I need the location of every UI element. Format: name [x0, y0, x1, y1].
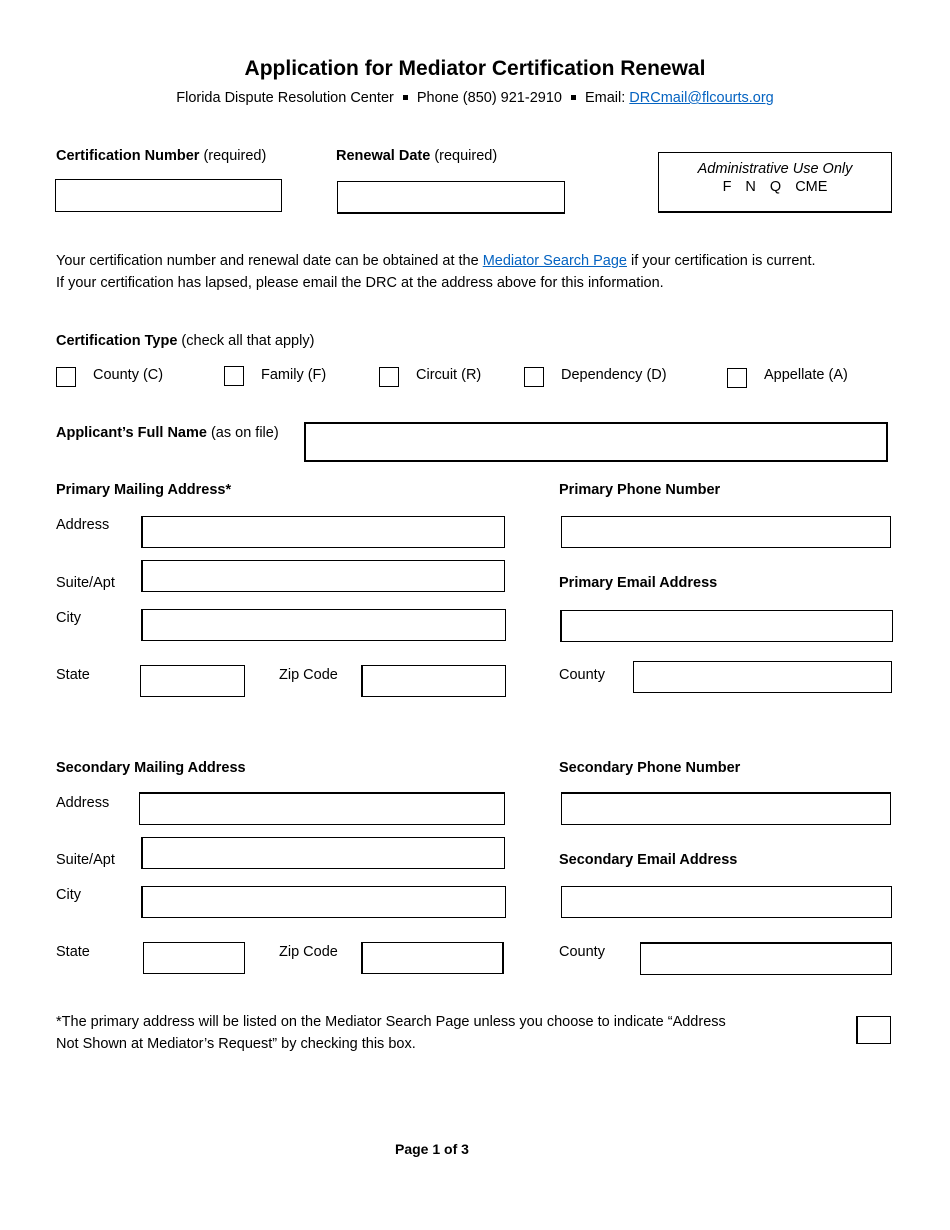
secondary-county-input[interactable]	[640, 942, 892, 975]
checkbox-circuit[interactable]	[379, 367, 399, 387]
admin-code: F	[722, 179, 732, 195]
cert-number-label-text: Certification Number	[56, 148, 200, 164]
full-name-input[interactable]	[304, 422, 888, 462]
primary-state-label: State	[56, 667, 90, 683]
info-line-2: If your certification has lapsed, please…	[56, 275, 664, 291]
renewal-date-label-text: Renewal Date	[336, 148, 431, 164]
org-name: Florida Dispute Resolution Center	[176, 90, 394, 106]
primary-city-input[interactable]	[141, 609, 506, 641]
info-paragraph: Your certification number and renewal da…	[56, 250, 906, 294]
checkbox-appellate-label: Appellate (A)	[764, 367, 848, 383]
secondary-city-label: City	[56, 887, 81, 903]
primary-city-label: City	[56, 610, 81, 626]
address-not-shown-checkbox[interactable]	[856, 1016, 891, 1044]
admin-use-title: Administrative Use Only	[697, 161, 853, 177]
secondary-phone-heading: Secondary Phone Number	[559, 760, 741, 776]
cert-type-label: Certification Type (check all that apply…	[56, 333, 314, 349]
primary-phone-input[interactable]	[561, 516, 891, 548]
email-label: Email:	[584, 90, 626, 106]
bullet-separator-icon	[570, 94, 576, 100]
cert-number-label: Certification Number (required)	[56, 148, 266, 164]
primary-zip-input[interactable]	[361, 665, 506, 697]
secondary-city-input[interactable]	[141, 886, 506, 918]
cert-type-label-text: Certification Type	[56, 333, 178, 349]
address-footnote: *The primary address will be listed on t…	[56, 1011, 816, 1055]
renewal-date-label: Renewal Date (required)	[336, 148, 497, 164]
secondary-county-label: County	[559, 944, 605, 960]
secondary-state-input[interactable]	[143, 942, 245, 974]
info-text: if your certification is current.	[626, 253, 816, 269]
secondary-email-input[interactable]	[561, 886, 892, 918]
checkbox-family[interactable]	[224, 366, 244, 386]
secondary-email-heading: Secondary Email Address	[559, 852, 738, 868]
checkbox-appellate[interactable]	[727, 368, 747, 388]
mediator-search-link[interactable]: Mediator Search Page	[483, 253, 627, 269]
cert-number-input[interactable]	[55, 179, 282, 212]
primary-county-input[interactable]	[633, 661, 892, 693]
checkbox-county-label: County (C)	[93, 367, 164, 383]
primary-address-input[interactable]	[141, 516, 505, 548]
primary-email-heading: Primary Email Address	[559, 575, 718, 591]
admin-code: CME	[795, 179, 828, 195]
secondary-address-heading: Secondary Mailing Address	[56, 760, 246, 776]
checkbox-county[interactable]	[56, 367, 76, 387]
primary-address-label: Address	[56, 517, 110, 533]
secondary-zip-label: Zip Code	[279, 944, 338, 960]
phone-text: Phone (850) 921-2910	[416, 90, 562, 106]
checkbox-family-label: Family (F)	[261, 367, 327, 383]
admin-codes: F N Q CME	[659, 179, 891, 195]
renewal-date-input[interactable]	[337, 181, 565, 214]
cert-number-required-note: (required)	[203, 148, 267, 164]
secondary-address-label: Address	[56, 795, 110, 811]
full-name-note: (as on file)	[210, 425, 279, 441]
full-name-label: Applicant’s Full Name (as on file)	[56, 425, 279, 441]
checkbox-dependency-label: Dependency (D)	[561, 367, 667, 383]
primary-county-label: County	[559, 667, 605, 683]
checkbox-dependency[interactable]	[524, 367, 544, 387]
contact-line: Florida Dispute Resolution Center Phone (…	[0, 90, 950, 106]
secondary-suite-input[interactable]	[141, 837, 505, 869]
primary-address-heading: Primary Mailing Address*	[56, 482, 232, 498]
primary-state-input[interactable]	[140, 665, 245, 697]
info-text: Your certification number and renewal da…	[56, 253, 483, 269]
secondary-zip-input[interactable]	[361, 942, 504, 974]
primary-zip-label: Zip Code	[279, 667, 338, 683]
email-link[interactable]: DRCmail@flcourts.org	[629, 90, 773, 106]
secondary-address-input[interactable]	[139, 792, 505, 825]
bullet-separator-icon	[402, 94, 408, 100]
admin-code: N	[745, 179, 756, 195]
checkbox-circuit-label: Circuit (R)	[416, 367, 482, 383]
footnote-line-2: Not Shown at Mediator’s Request” by chec…	[56, 1036, 416, 1052]
secondary-state-label: State	[56, 944, 90, 960]
renewal-date-required-note: (required)	[434, 148, 498, 164]
full-name-label-text: Applicant’s Full Name	[56, 425, 207, 441]
cert-type-note: (check all that apply)	[181, 333, 315, 349]
admin-use-box: Administrative Use Only F N Q CME	[658, 152, 892, 213]
primary-email-input[interactable]	[560, 610, 893, 642]
primary-suite-label: Suite/Apt	[56, 575, 115, 591]
page-number: Page 1 of 3	[395, 1141, 469, 1157]
info-line-1: Your certification number and renewal da…	[56, 250, 906, 272]
footnote-line-1: *The primary address will be listed on t…	[56, 1014, 726, 1030]
primary-suite-input[interactable]	[141, 560, 505, 592]
secondary-suite-label: Suite/Apt	[56, 852, 115, 868]
primary-phone-heading: Primary Phone Number	[559, 482, 721, 498]
admin-code: Q	[769, 179, 782, 195]
form-title: Application for Mediator Certification R…	[244, 57, 706, 80]
secondary-phone-input[interactable]	[561, 792, 891, 825]
